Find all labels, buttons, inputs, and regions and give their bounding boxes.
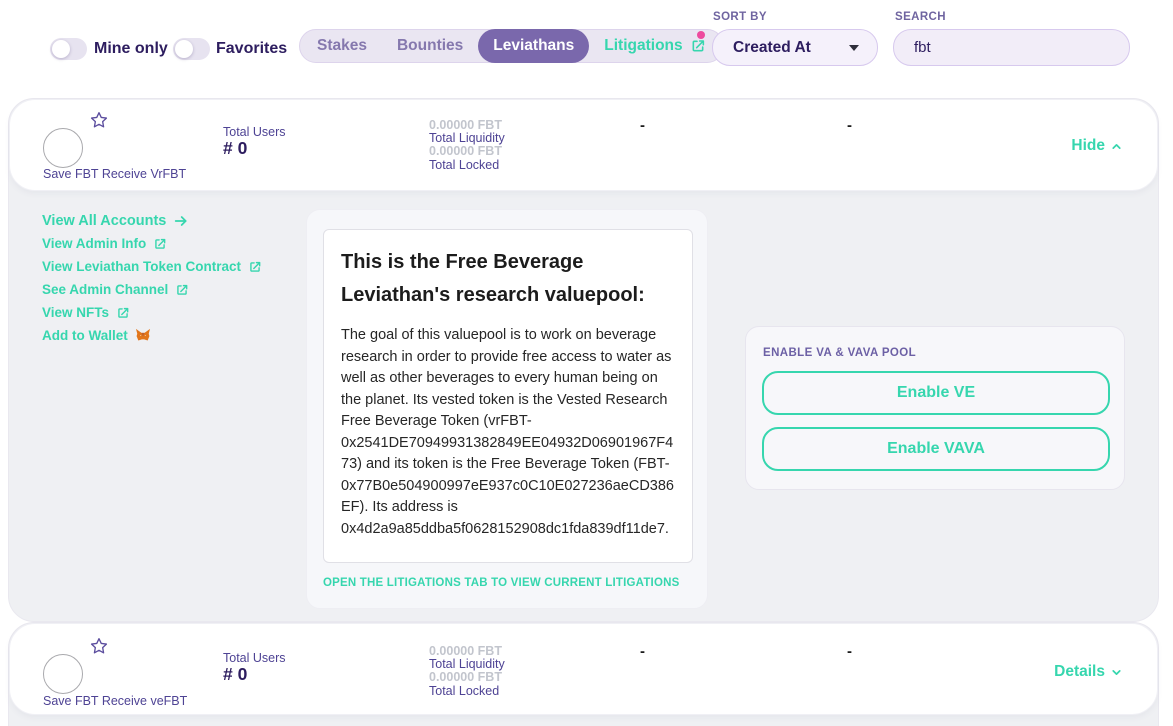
empty-column-dash: - — [847, 117, 852, 134]
sort-by-label: SORT BY — [713, 11, 767, 23]
description-body: The goal of this valuepool is to work on… — [341, 325, 675, 540]
tab-stakes[interactable]: Stakes — [302, 29, 382, 63]
litigations-note: OPEN THE LITIGATIONS TAB TO VIEW CURRENT… — [323, 577, 679, 589]
page: Mine only Favorites Stakes Bounties Levi… — [0, 0, 1173, 726]
link-label: View NFTs — [42, 305, 109, 320]
external-link-icon — [175, 283, 189, 297]
pool-avatar — [43, 128, 83, 168]
caret-down-icon — [849, 45, 859, 51]
view-all-accounts-link[interactable]: View All Accounts — [42, 209, 262, 232]
chevron-up-icon — [1110, 140, 1123, 153]
sort-select[interactable]: Created At — [712, 29, 878, 66]
details-label: Details — [1054, 663, 1105, 681]
pool-avatar — [43, 654, 83, 694]
tab-bounties[interactable]: Bounties — [382, 29, 478, 63]
total-users-label: Total Users — [223, 651, 286, 665]
hide-details-button[interactable]: Hide — [1071, 137, 1123, 155]
expanded-detail-section: View All Accounts View Admin Info — [9, 191, 1158, 621]
link-label: View All Accounts — [42, 213, 166, 229]
pool-row: Save FBT Receive VrFBT Total Users # 0 0… — [9, 99, 1158, 191]
enable-vava-button[interactable]: Enable VAVA — [762, 427, 1110, 471]
empty-column-dash: - — [640, 643, 645, 660]
toolbar: Mine only Favorites Stakes Bounties Levi… — [0, 0, 1173, 96]
pool-stats: 0.00000 FBT Total Liquidity 0.00000 FBT … — [429, 645, 505, 698]
leviathan-card-expanded: Save FBT Receive VrFBT Total Users # 0 0… — [8, 98, 1159, 622]
view-leviathan-token-contract-link[interactable]: View Leviathan Token Contract — [42, 255, 262, 278]
tab-group: Stakes Bounties Leviathans Litigations — [299, 29, 724, 63]
link-label: View Leviathan Token Contract — [42, 259, 241, 274]
total-users-value: # 0 — [223, 664, 247, 685]
external-link-icon — [153, 237, 167, 251]
total-users-label: Total Users — [223, 125, 286, 139]
links-column: View All Accounts View Admin Info — [42, 209, 262, 347]
enable-pool-panel: ENABLE VA & VAVA POOL Enable VE Enable V… — [745, 326, 1125, 490]
total-locked-value: 0.00000 FBT — [429, 671, 505, 684]
empty-column-dash: - — [847, 643, 852, 660]
metamask-fox-icon — [135, 328, 151, 343]
favorites-label: Favorites — [216, 37, 287, 61]
pool-caption: Save FBT Receive veFBT — [43, 694, 187, 708]
pool-stats: 0.00000 FBT Total Liquidity 0.00000 FBT … — [429, 119, 505, 172]
link-label: Add to Wallet — [42, 328, 128, 343]
description-heading: This is the Free Beverage Leviathan's re… — [341, 246, 675, 312]
search-input[interactable] — [893, 29, 1130, 66]
enable-ve-button[interactable]: Enable VE — [762, 371, 1110, 415]
total-locked-value: 0.00000 FBT — [429, 145, 505, 158]
add-to-wallet-link[interactable]: Add to Wallet — [42, 324, 262, 347]
hide-label: Hide — [1071, 137, 1105, 155]
see-admin-channel-link[interactable]: See Admin Channel — [42, 278, 262, 301]
sort-select-value: Created At — [733, 39, 849, 57]
empty-column-dash: - — [640, 117, 645, 134]
mine-only-label: Mine only — [94, 37, 168, 61]
external-link-icon — [116, 306, 130, 320]
chevron-down-icon — [1110, 666, 1123, 679]
notification-dot — [697, 31, 705, 39]
pool-row: Save FBT Receive veFBT Total Users # 0 0… — [9, 623, 1158, 715]
favorite-star-icon[interactable] — [89, 636, 109, 656]
tab-litigations-label: Litigations — [604, 37, 682, 55]
external-link-icon — [248, 260, 262, 274]
favorites-toggle[interactable] — [173, 38, 210, 60]
favorite-star-icon[interactable] — [89, 110, 109, 130]
enable-panel-heading: ENABLE VA & VAVA POOL — [763, 347, 916, 359]
total-users-value: # 0 — [223, 138, 247, 159]
search-label: SEARCH — [895, 11, 946, 23]
description-panel: This is the Free Beverage Leviathan's re… — [306, 209, 708, 609]
toggle-knob — [52, 40, 70, 58]
link-label: View Admin Info — [42, 236, 146, 251]
arrow-right-icon — [173, 213, 189, 229]
view-nfts-link[interactable]: View NFTs — [42, 301, 262, 324]
external-link-icon — [690, 38, 706, 54]
view-admin-info-link[interactable]: View Admin Info — [42, 232, 262, 255]
total-locked-label: Total Locked — [429, 159, 505, 172]
description-box: This is the Free Beverage Leviathan's re… — [323, 229, 693, 563]
tab-leviathans[interactable]: Leviathans — [478, 29, 589, 63]
mine-only-toggle[interactable] — [50, 38, 87, 60]
details-button[interactable]: Details — [1054, 663, 1123, 681]
link-label: See Admin Channel — [42, 282, 168, 297]
pool-caption: Save FBT Receive VrFBT — [43, 167, 186, 181]
total-locked-label: Total Locked — [429, 685, 505, 698]
leviathan-card-collapsed: Save FBT Receive veFBT Total Users # 0 0… — [8, 622, 1159, 726]
toggle-knob — [175, 40, 193, 58]
